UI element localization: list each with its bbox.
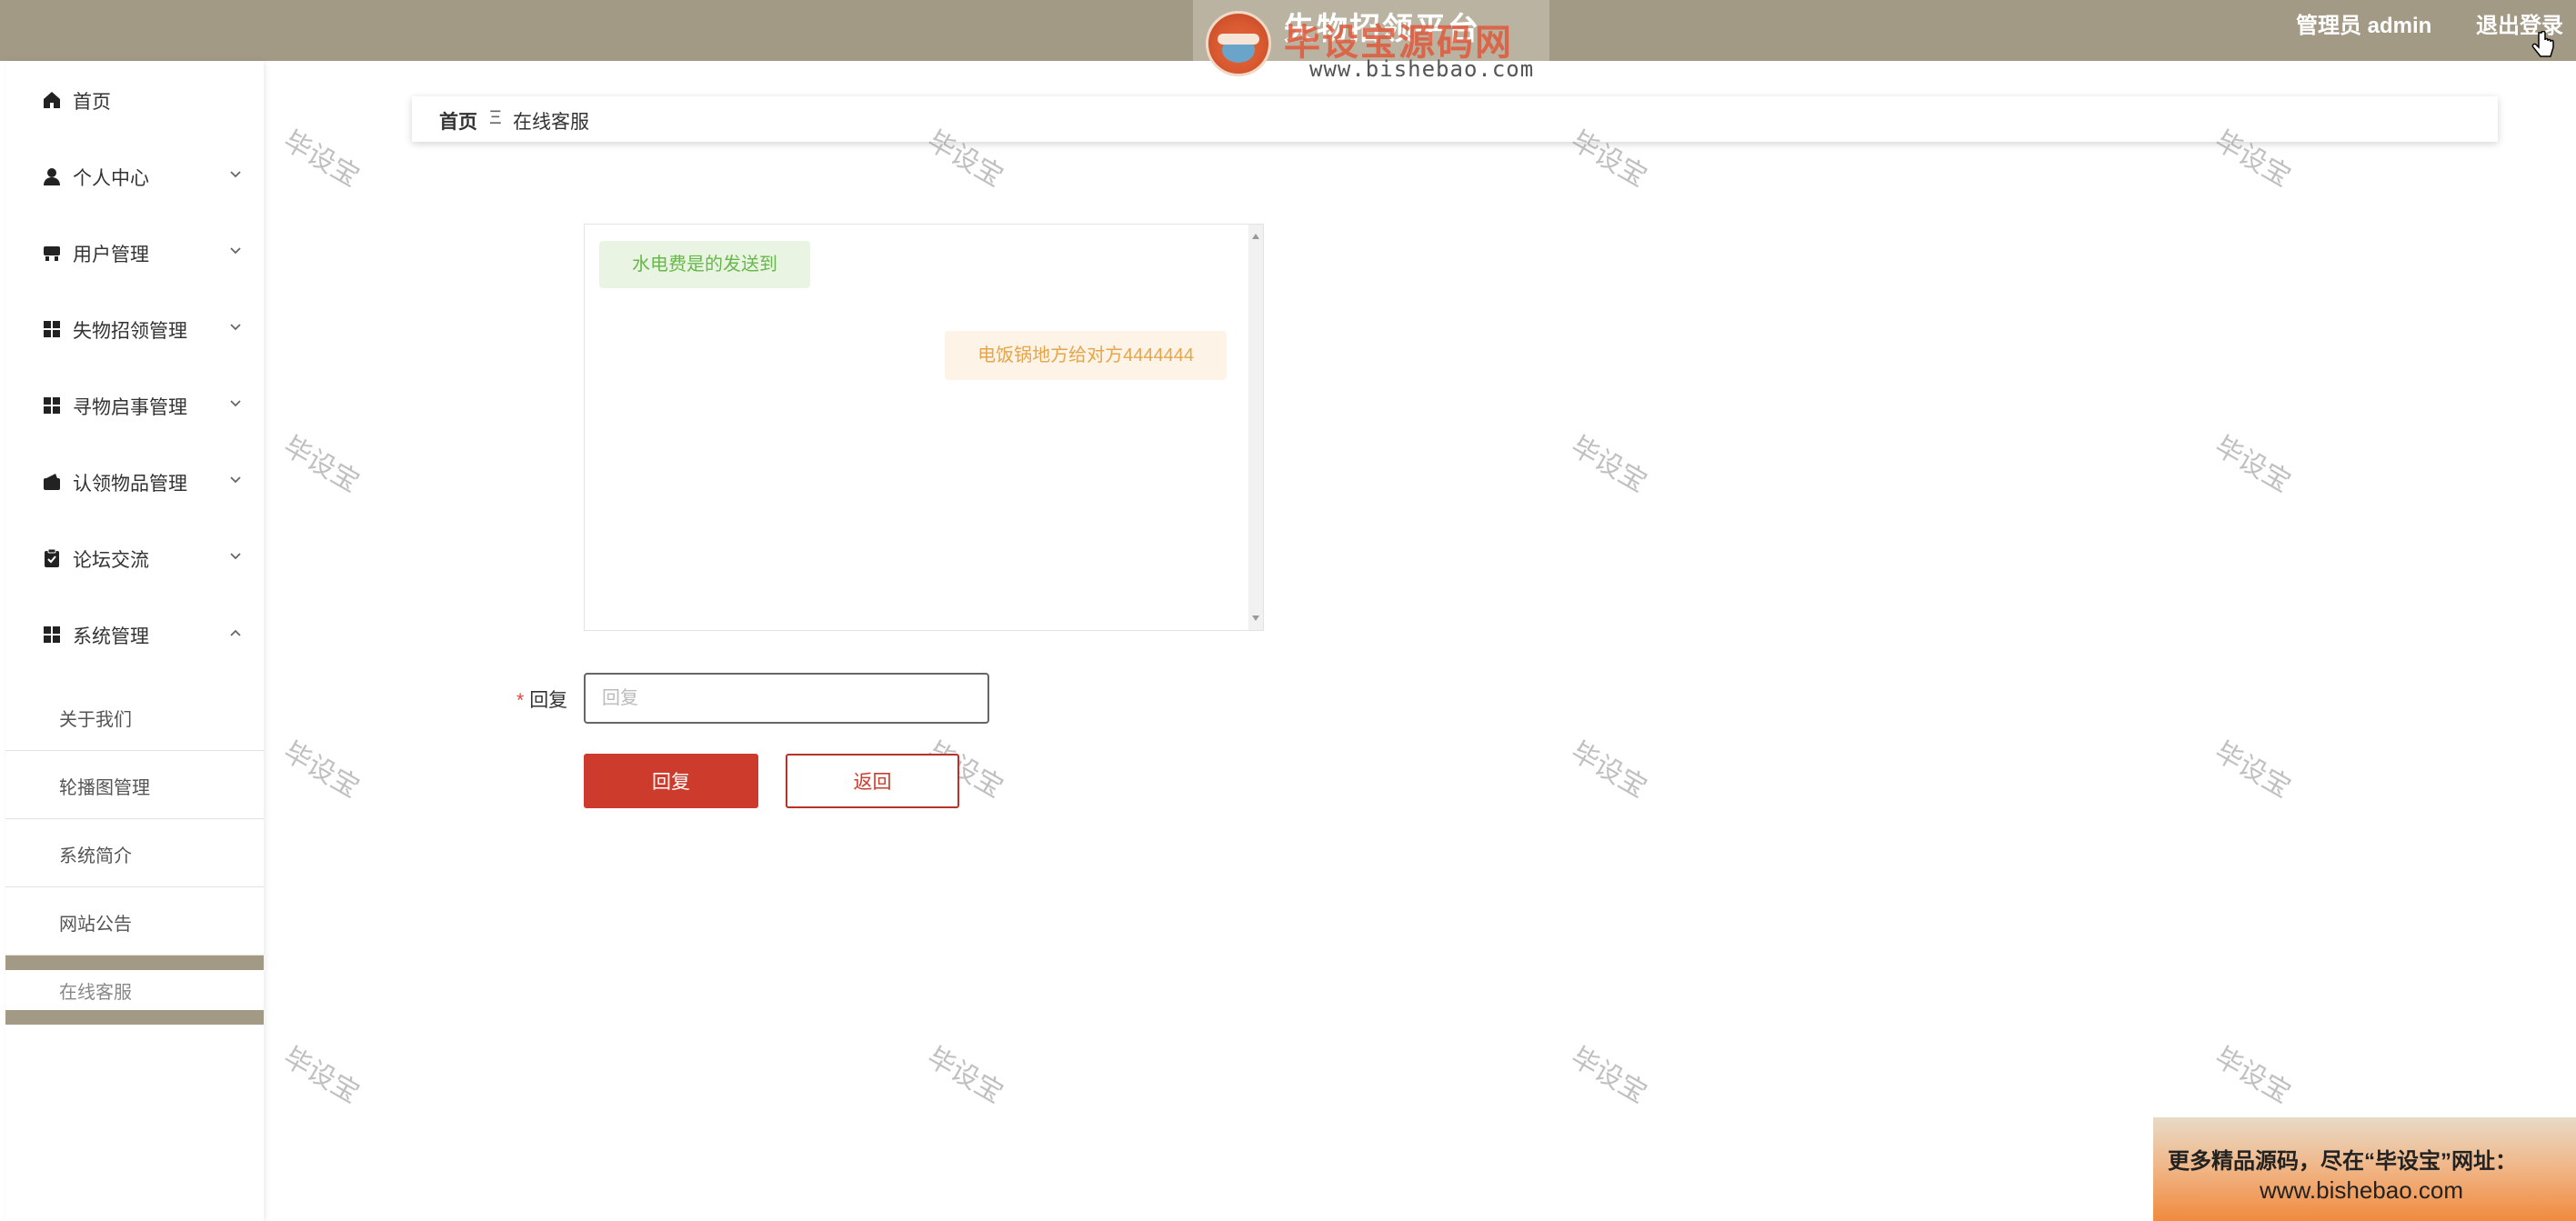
person-icon: [44, 168, 60, 185]
sub-item-about[interactable]: 关于我们: [5, 683, 264, 751]
chat-message-incoming: 水电费是的发送到: [599, 241, 810, 288]
sub-item-label: 网站公告: [59, 915, 132, 935]
chevron-down-icon: [230, 324, 241, 331]
reply-label-text: 回复: [529, 690, 568, 711]
breadcrumb-separator: Ξ: [489, 107, 502, 128]
scroll-up-icon[interactable]: [1252, 234, 1259, 239]
chevron-down-icon: [230, 171, 241, 178]
chevron-up-icon: [230, 629, 241, 636]
watermark-text: 毕设宝: [1566, 1042, 1652, 1109]
chevron-down-icon: [230, 553, 241, 560]
top-header: 失物招领平台 毕设宝源码网 www.bishebao.com 管理员 admin…: [0, 0, 2576, 82]
sidebar-item-user-manage[interactable]: 用户管理: [5, 214, 264, 290]
sub-item-online-service[interactable]: 在线客服: [5, 956, 264, 1025]
breadcrumb: 首页 Ξ 在线客服: [412, 96, 2498, 142]
sidebar-item-label: 认领物品管理: [73, 474, 187, 495]
reply-field-label: * 回复: [516, 686, 567, 713]
required-mark: *: [516, 690, 525, 711]
promo-url: www.bishebao.com: [2260, 1176, 2463, 1204]
grid-icon: [44, 321, 60, 337]
admin-label: 管理员 admin: [2296, 14, 2432, 38]
sidebar-item-system[interactable]: 系统管理: [5, 595, 264, 672]
watermark-text: 毕设宝: [2210, 736, 2296, 804]
watermark-text: 毕设宝: [922, 1042, 1008, 1109]
sidebar-item-label: 系统管理: [73, 626, 149, 647]
clipboard-icon: [45, 548, 59, 567]
watermark-text: 毕设宝: [278, 1042, 365, 1109]
sidebar: 首页 个人中心 用户管理 失物招领管理 寻物启事管理 认领物品管理 论坛交流 系…: [5, 61, 264, 1221]
sub-item-label: 系统简介: [59, 846, 132, 866]
chevron-down-icon: [230, 247, 241, 255]
logo-mascot-icon: [1206, 11, 1271, 76]
sidebar-item-home[interactable]: 首页: [5, 61, 264, 137]
chat-history-panel[interactable]: 水电费是的发送到 电饭锅地方给对方4444444: [584, 224, 1264, 631]
watermark-text: 毕设宝: [278, 431, 365, 498]
breadcrumb-home[interactable]: 首页: [439, 107, 477, 135]
watermark-text: 毕设宝: [2210, 1042, 2296, 1109]
sidebar-item-label: 首页: [73, 92, 111, 113]
promo-banner: 更多精品源码，尽在“毕设宝”网址： www.bishebao.com: [2153, 1117, 2576, 1221]
watermark-text: 毕设宝: [278, 736, 365, 804]
reply-button[interactable]: 回复: [584, 754, 758, 808]
grid-icon: [44, 626, 60, 643]
sub-item-label: 关于我们: [59, 710, 132, 730]
watermark-text: 毕设宝: [278, 125, 365, 193]
grid-icon: [44, 397, 60, 414]
sidebar-item-label: 个人中心: [73, 168, 149, 189]
sub-item-carousel[interactable]: 轮播图管理: [5, 751, 264, 819]
sub-item-notice[interactable]: 网站公告: [5, 887, 264, 956]
chevron-down-icon: [230, 476, 241, 484]
watermark-text: 毕设宝: [1566, 431, 1652, 498]
sidebar-item-profile[interactable]: 个人中心: [5, 137, 264, 214]
wallet-icon: [44, 474, 60, 490]
watermark-text: 毕设宝: [2210, 431, 2296, 498]
user-manage-icon: [44, 246, 60, 261]
sidebar-item-label: 论坛交流: [73, 550, 149, 571]
chat-scrollbar[interactable]: [1248, 225, 1263, 630]
sidebar-item-forum[interactable]: 论坛交流: [5, 519, 264, 595]
back-button[interactable]: 返回: [786, 754, 959, 808]
logo-wm-url: www.bishebao.com: [1309, 56, 1535, 82]
sidebar-item-label: 用户管理: [73, 245, 149, 265]
chat-message-outgoing: 电饭锅地方给对方4444444: [945, 331, 1227, 380]
sub-item-intro[interactable]: 系统简介: [5, 819, 264, 887]
promo-text: 更多精品源码，尽在“毕设宝”网址：: [2168, 1149, 2517, 1174]
chevron-down-icon: [230, 400, 241, 407]
sidebar-item-label: 寻物启事管理: [73, 397, 187, 418]
reply-input[interactable]: [584, 673, 989, 724]
hand-cursor-icon: [2531, 31, 2554, 57]
breadcrumb-current: 在线客服: [513, 112, 589, 133]
sub-item-label: 在线客服: [59, 983, 132, 1003]
sidebar-item-lost-found[interactable]: 失物招领管理: [5, 290, 264, 366]
logo-watermark: 失物招领平台 毕设宝源码网 www.bishebao.com: [1193, 0, 1549, 84]
site-title: 失物招领平台 毕设宝源码网: [1284, 11, 1513, 64]
home-icon: [44, 92, 60, 108]
sub-item-label: 轮播图管理: [59, 778, 150, 798]
watermark-text: 毕设宝: [1566, 736, 1652, 804]
sidebar-item-seek-notice[interactable]: 寻物启事管理: [5, 366, 264, 443]
sidebar-item-claim[interactable]: 认领物品管理: [5, 443, 264, 519]
sidebar-item-label: 失物招领管理: [73, 321, 187, 342]
scroll-down-icon[interactable]: [1252, 616, 1259, 621]
